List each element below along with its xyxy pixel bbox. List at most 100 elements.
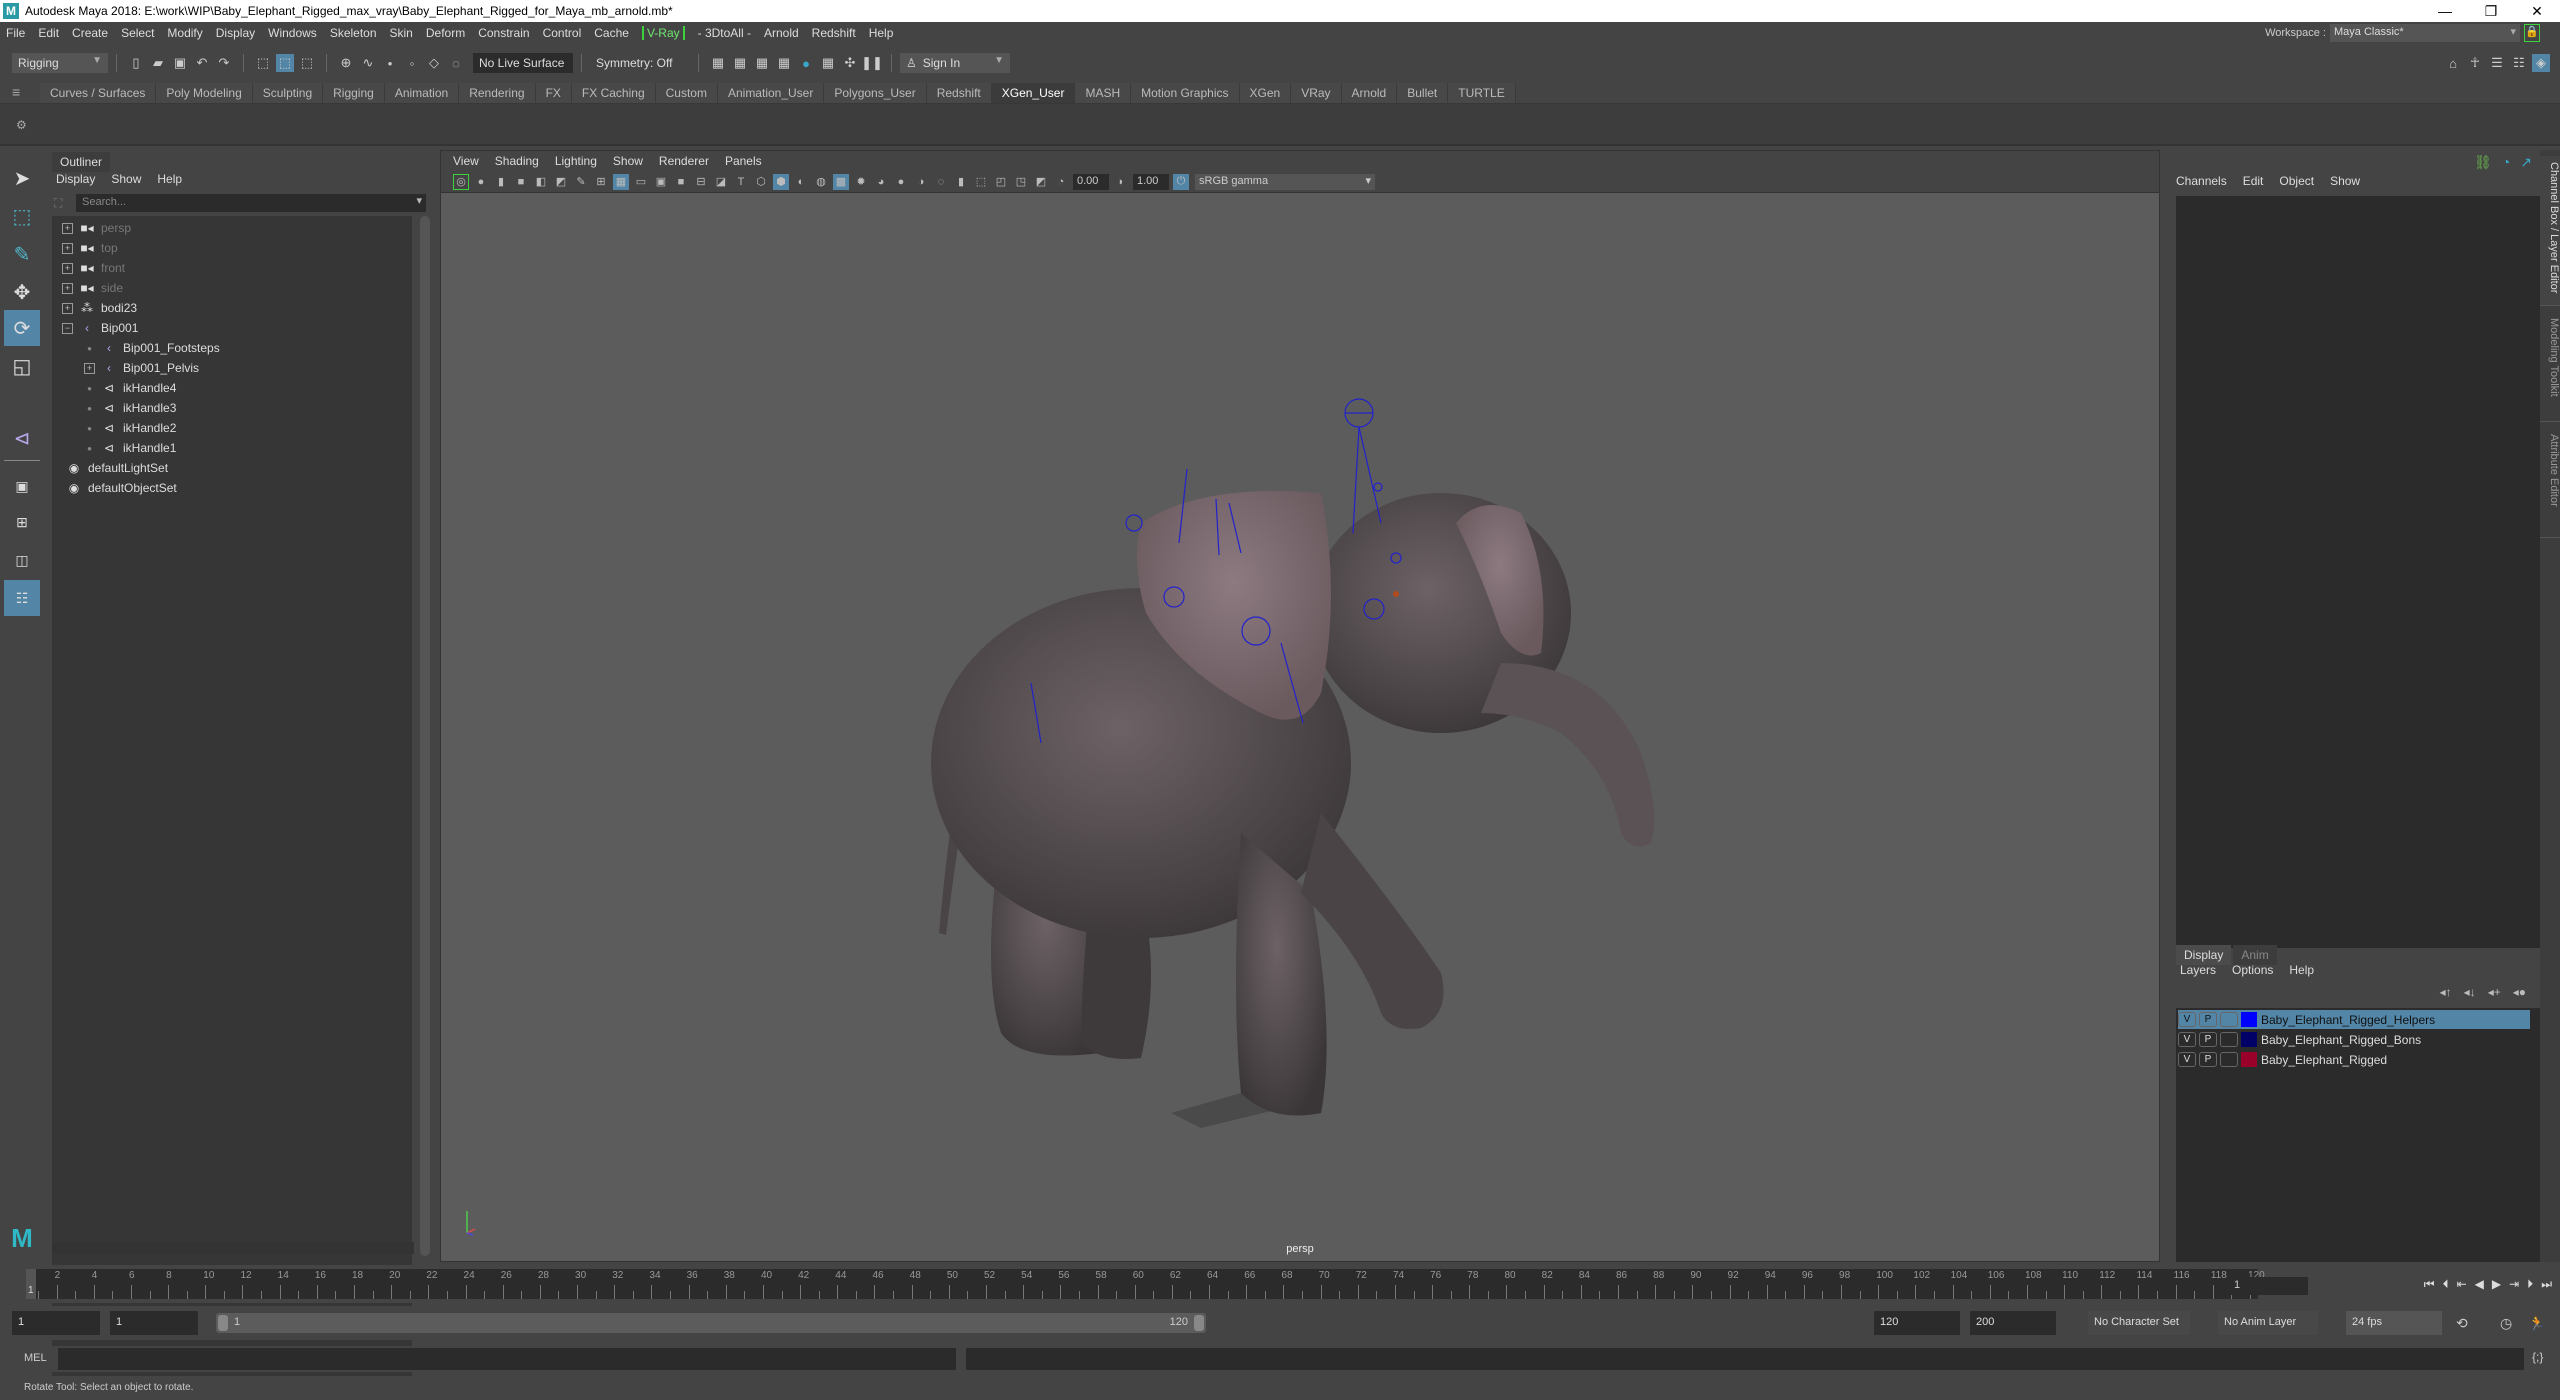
- select-tool-icon[interactable]: ➤: [4, 160, 40, 196]
- single-perspective-layout-icon[interactable]: ▣: [4, 468, 40, 504]
- menu-help[interactable]: Help: [869, 26, 894, 40]
- visibility-toggle[interactable]: V: [2178, 1052, 2196, 1067]
- select-camera-icon[interactable]: ◎: [453, 173, 469, 190]
- color-space-dropdown[interactable]: sRGB gamma: [1195, 173, 1375, 190]
- outliner-item[interactable]: ◉ defaultObjectSet: [62, 478, 177, 498]
- menu-file[interactable]: File: [6, 26, 25, 40]
- elephant-model[interactable]: [931, 491, 1655, 1128]
- tool-settings-icon[interactable]: ☷: [2510, 54, 2528, 72]
- playback-start-field[interactable]: 1: [110, 1311, 198, 1335]
- side-tab-channel-box-layer-editor[interactable]: Channel Box / Layer Editor: [2540, 156, 2560, 306]
- menu-windows[interactable]: Windows: [268, 26, 317, 40]
- outliner-menu-display[interactable]: Display: [56, 172, 95, 186]
- workspace-dropdown[interactable]: Maya Classic*: [2330, 24, 2520, 42]
- bookmark-icon[interactable]: ▮: [493, 174, 509, 190]
- rotate-tool-icon[interactable]: ⟳: [4, 310, 40, 346]
- color-management-toggle-icon[interactable]: ⏻: [1173, 173, 1189, 190]
- layer-color-swatch[interactable]: [2241, 1032, 2257, 1047]
- move-layer-down-icon[interactable]: ◂↓: [2464, 985, 2476, 999]
- minimize-button[interactable]: —: [2422, 0, 2468, 22]
- menu-deform[interactable]: Deform: [426, 26, 465, 40]
- close-button[interactable]: ✕: [2514, 0, 2560, 22]
- shadows-icon[interactable]: ◕: [873, 174, 889, 190]
- 2d-pan-zoom-icon[interactable]: ◩: [553, 174, 569, 190]
- layer-color-swatch[interactable]: [2241, 1012, 2257, 1027]
- menu-cache[interactable]: Cache: [594, 26, 629, 40]
- command-input[interactable]: [58, 1348, 956, 1370]
- outliner-item[interactable]: + ‹ Bip001_Pelvis: [84, 358, 199, 378]
- move-layer-up-icon[interactable]: ◂↑: [2440, 985, 2452, 999]
- four-view-layout-icon[interactable]: ⊞: [4, 504, 40, 540]
- shelf-tab-turtle[interactable]: TURTLE: [1448, 83, 1516, 103]
- menu-control[interactable]: Control: [543, 26, 582, 40]
- fps-dropdown[interactable]: 24 fps: [2346, 1311, 2442, 1335]
- default-material-icon[interactable]: ◐: [793, 174, 809, 190]
- shelf-settings-icon[interactable]: ⚙: [16, 118, 27, 132]
- snap-curve-icon[interactable]: ∿: [359, 54, 377, 72]
- menu-modify[interactable]: Modify: [167, 26, 202, 40]
- layer-row[interactable]: V P Baby_Elephant_Rigged_Bons: [2178, 1030, 2530, 1049]
- wireframe-on-shaded-icon[interactable]: ◍: [813, 174, 829, 190]
- outliner-scrollbar[interactable]: [420, 216, 430, 1256]
- menu-edit[interactable]: Edit: [38, 26, 59, 40]
- expand-icon[interactable]: +: [62, 282, 73, 294]
- channel-box-menu-channels[interactable]: Channels: [2176, 174, 2227, 188]
- side-tab-attribute-editor[interactable]: Attribute Editor: [2540, 428, 2560, 538]
- command-language-label[interactable]: MEL: [24, 1352, 47, 1364]
- viewport-menu-show[interactable]: Show: [613, 154, 643, 168]
- anim-layer-dropdown[interactable]: No Anim Layer: [2218, 1311, 2318, 1335]
- viewport-menu-shading[interactable]: Shading: [495, 154, 539, 168]
- auto-key-icon[interactable]: ◷: [2500, 1315, 2512, 1332]
- step-back-key-icon[interactable]: ⇤: [2457, 1277, 2467, 1292]
- symmetry-dropdown[interactable]: Symmetry: Off: [590, 53, 690, 73]
- expand-icon[interactable]: +: [62, 262, 73, 274]
- ipr-render-icon[interactable]: ▦: [753, 54, 771, 72]
- animation-end-field[interactable]: 200: [1970, 1311, 2056, 1335]
- shelf-tab-arnold[interactable]: Arnold: [1341, 83, 1398, 103]
- field-chart-icon[interactable]: ⊟: [693, 174, 709, 190]
- menu-set-dropdown[interactable]: Rigging ▼: [12, 53, 108, 73]
- shelf-tab-rendering[interactable]: Rendering: [459, 83, 536, 103]
- human-ik-icon[interactable]: ☥: [2466, 54, 2484, 72]
- light-editor-icon[interactable]: ✣: [841, 54, 859, 72]
- outliner-item[interactable]: + ■◂ front: [62, 258, 125, 278]
- layer-tab-anim[interactable]: Anim: [2233, 945, 2277, 965]
- pause-viewport-icon[interactable]: ❚❚: [861, 54, 883, 72]
- outliner-item[interactable]: ● ⊲ ikHandle4: [84, 378, 176, 398]
- menu-v-ray[interactable]: V-Ray: [641, 26, 685, 40]
- new-empty-layer-icon[interactable]: ◂+: [2488, 985, 2501, 999]
- character-set-dropdown[interactable]: No Character Set: [2088, 1311, 2190, 1335]
- outliner-item[interactable]: − ‹ Bip001: [62, 318, 138, 338]
- expand-icon[interactable]: +: [84, 362, 95, 374]
- script-editor-icon[interactable]: {;}: [2532, 1350, 2543, 1364]
- outliner-layout-icon[interactable]: ☷: [4, 580, 40, 616]
- menu-arnold[interactable]: Arnold: [764, 26, 799, 40]
- antialiasing-icon[interactable]: ◌: [933, 174, 949, 190]
- shelf-tab-custom[interactable]: Custom: [655, 83, 718, 103]
- expand-icon[interactable]: ↗: [2520, 154, 2532, 171]
- resolution-gate-icon[interactable]: ▣: [653, 174, 669, 190]
- viewport-menu-view[interactable]: View: [453, 154, 479, 168]
- layer-menu-options[interactable]: Options: [2232, 963, 2273, 977]
- two-view-layout-icon[interactable]: ◫: [4, 542, 40, 578]
- viewport-menu-lighting[interactable]: Lighting: [555, 154, 597, 168]
- open-scene-icon[interactable]: ▰: [149, 54, 167, 72]
- side-tab-modeling-toolkit[interactable]: Modeling Toolkit: [2540, 312, 2560, 422]
- layer-tab-display[interactable]: Display: [2176, 945, 2232, 965]
- outliner-item[interactable]: ● ⊲ ikHandle2: [84, 418, 176, 438]
- shelf-tab-redshift[interactable]: Redshift: [926, 83, 992, 103]
- snap-surface-icon[interactable]: ◇: [425, 54, 443, 72]
- step-forward-frame-icon[interactable]: ⏵: [2527, 1277, 2533, 1292]
- menu-display[interactable]: Display: [216, 26, 255, 40]
- channel-box-menu-edit[interactable]: Edit: [2243, 174, 2264, 188]
- screen-space-ao-icon[interactable]: ●: [893, 174, 909, 190]
- shelf-tab-vray[interactable]: VRay: [1291, 83, 1342, 103]
- depth-of-field-icon[interactable]: ▮: [953, 174, 969, 190]
- new-layer-from-selection-icon[interactable]: ◂●: [2513, 985, 2526, 999]
- maximize-button[interactable]: ❐: [2468, 0, 2514, 22]
- layer-row[interactable]: V P Baby_Elephant_Rigged_Helpers: [2178, 1010, 2530, 1029]
- step-back-frame-icon[interactable]: ⏴: [2443, 1277, 2449, 1292]
- lock-icon[interactable]: 🔒: [2524, 24, 2540, 42]
- playback-end-field[interactable]: 120: [1874, 1311, 1960, 1335]
- outliner-item[interactable]: ● ⊲ ikHandle1: [84, 438, 176, 458]
